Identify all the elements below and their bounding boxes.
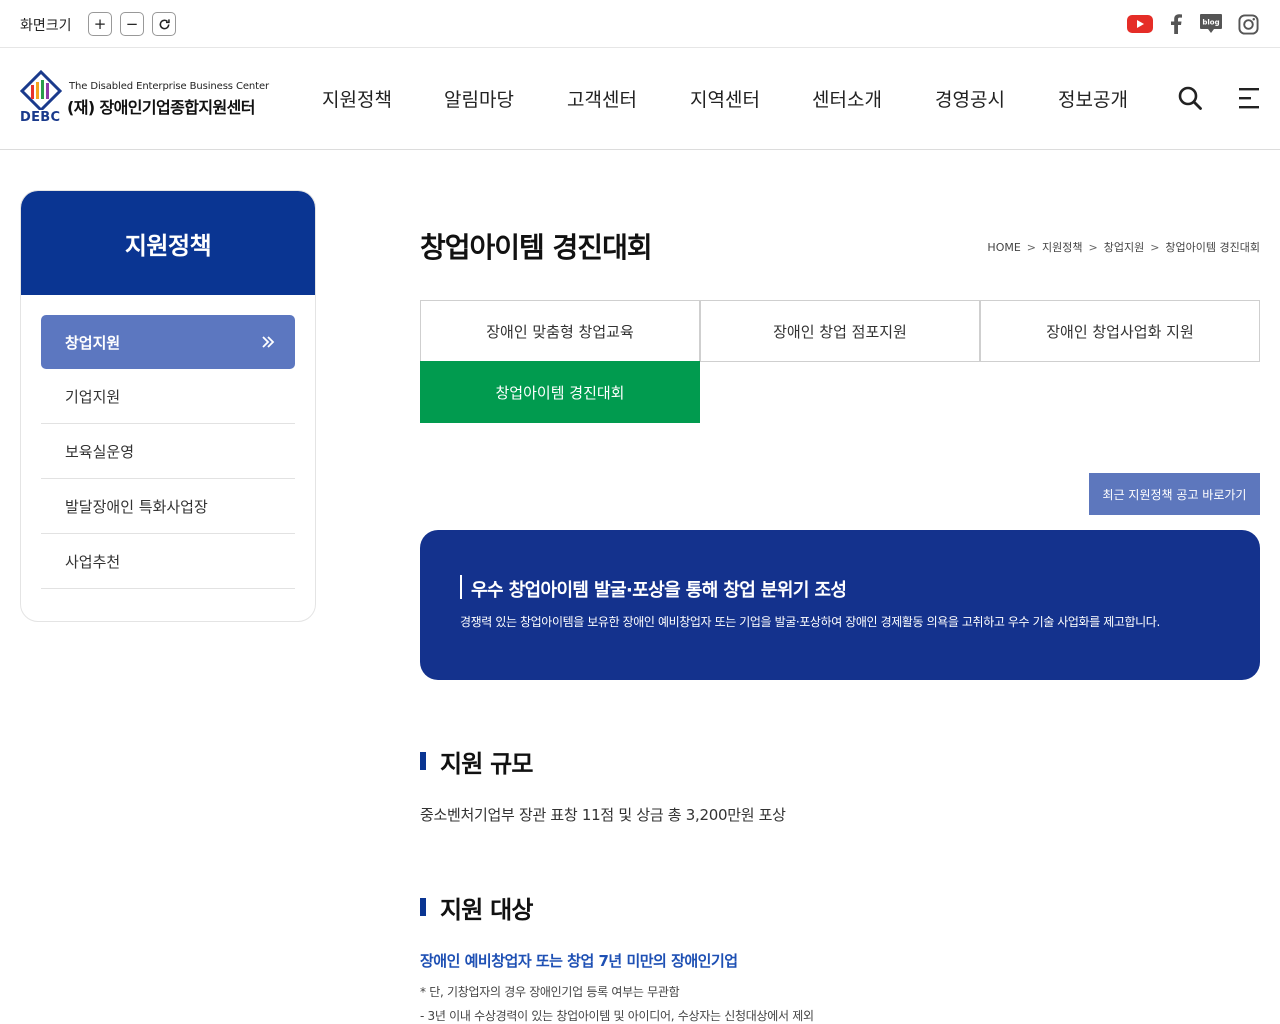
menu-button[interactable]	[1235, 84, 1263, 112]
section-emphasis-target: 장애인 예비창업자 또는 창업 7년 미만의 장애인기업	[420, 952, 738, 970]
zoom-out-button[interactable]: −	[120, 12, 144, 36]
side-item-program-recommendation[interactable]: 사업추천	[41, 534, 295, 589]
youtube-icon	[1127, 15, 1153, 33]
side-item-label: 창업지원	[65, 333, 121, 352]
refresh-icon	[159, 18, 170, 29]
breadcrumb-item[interactable]: 창업지원	[1104, 241, 1144, 254]
side-item-developmental-disability-workplace[interactable]: 발달장애인 특화사업장	[41, 479, 295, 534]
youtube-link[interactable]	[1127, 12, 1153, 36]
gnb-item-customer-center[interactable]: 고객센터	[567, 85, 637, 112]
zoom-reset-button[interactable]	[152, 12, 176, 36]
intro-banner: 우수 창업아이템 발굴·포상을 통해 창업 분위기 조성 경쟁력 있는 창업아이…	[420, 530, 1260, 680]
gnb-item-regional-center[interactable]: 지역센터	[690, 85, 760, 112]
debc-logo-icon	[20, 70, 62, 110]
site-header: The Disabled Enterprise Business Center …	[0, 48, 1280, 150]
facebook-icon	[1171, 14, 1182, 34]
search-icon	[1178, 86, 1202, 110]
double-chevron-right-icon	[262, 336, 275, 348]
breadcrumb-separator: >	[1150, 241, 1160, 254]
side-item-startup-support[interactable]: 창업지원	[41, 315, 295, 369]
svg-text:blog: blog	[1202, 19, 1219, 27]
side-navigation: 지원정책 창업지원 기업지원 보육실운영 발달장애인 특화사업장 사업추천	[20, 190, 316, 622]
section-marker	[420, 898, 426, 916]
section-note: - 3년 이내 수상경력이 있는 창업아이템 및 아이디어, 수상자는 신청대상…	[420, 1009, 814, 1023]
instagram-link[interactable]	[1235, 12, 1261, 36]
breadcrumb-item[interactable]: 지원정책	[1042, 241, 1082, 254]
breadcrumb-separator: >	[1088, 241, 1098, 254]
gnb-item-management-disclosure[interactable]: 경영공시	[935, 85, 1005, 112]
hamburger-menu-icon	[1239, 88, 1259, 109]
blog-icon: blog	[1200, 14, 1222, 33]
banner-title: 우수 창업아이템 발굴·포상을 통해 창업 분위기 조성	[471, 580, 847, 601]
utility-bar: 화면크기 + − blog	[0, 0, 1280, 48]
section-note: * 단, 기창업자의 경우 장애인기업 등록 여부는 무관함	[420, 985, 680, 999]
gnb-item-about[interactable]: 센터소개	[812, 85, 882, 112]
logo-korean-text: (재) 장애인기업종합지원센터	[67, 98, 255, 117]
facebook-link[interactable]	[1163, 12, 1189, 36]
logo-english-text: The Disabled Enterprise Business Center	[69, 81, 270, 92]
search-button[interactable]	[1176, 84, 1204, 112]
recent-policy-notice-button[interactable]: 최근 지원정책 공고 바로가기	[1089, 473, 1260, 515]
breadcrumb-current: 창업아이템 경진대회	[1165, 241, 1260, 254]
page-title: 창업아이템 경진대회	[420, 231, 653, 264]
side-navigation-header: 지원정책	[21, 191, 315, 295]
blog-link[interactable]: blog	[1198, 12, 1224, 36]
section-marker	[420, 752, 426, 770]
instagram-icon	[1237, 13, 1259, 35]
tab-custom-startup-education[interactable]: 장애인 맞춤형 창업교육	[420, 300, 700, 362]
zoom-label: 화면크기	[20, 18, 72, 34]
breadcrumb-home[interactable]: HOME	[987, 241, 1020, 254]
gnb-item-notice[interactable]: 알림마당	[444, 85, 514, 112]
side-item-business-support[interactable]: 기업지원	[41, 369, 295, 424]
gnb-item-info-disclosure[interactable]: 정보공개	[1058, 85, 1128, 112]
banner-description: 경쟁력 있는 창업아이템을 보유한 장애인 예비창업자 또는 기업을 발굴·포상…	[460, 615, 1160, 629]
breadcrumb: HOME > 지원정책 > 창업지원 > 창업아이템 경진대회	[987, 239, 1260, 255]
section-text-scale: 중소벤처기업부 장관 표창 11점 및 상금 총 3,200만원 포상	[420, 806, 786, 824]
side-menu-list: 창업지원 기업지원 보육실운영 발달장애인 특화사업장 사업추천	[41, 315, 295, 589]
banner-accent-bar	[460, 575, 462, 599]
gnb-item-support-policy[interactable]: 지원정책	[322, 85, 392, 112]
side-navigation-title: 지원정책	[124, 231, 212, 260]
logo-abbreviation: DEBC	[20, 110, 61, 125]
zoom-in-button[interactable]: +	[88, 12, 112, 36]
section-title-scale: 지원 규모	[440, 750, 533, 778]
tab-startup-commercialization[interactable]: 장애인 창업사업화 지원	[980, 300, 1260, 362]
tab-startup-item-contest[interactable]: 창업아이템 경진대회	[420, 361, 700, 423]
site-logo[interactable]: The Disabled Enterprise Business Center …	[20, 70, 282, 128]
section-title-target: 지원 대상	[440, 896, 533, 924]
side-item-incubator[interactable]: 보육실운영	[41, 424, 295, 479]
breadcrumb-separator: >	[1026, 241, 1037, 254]
tab-startup-store-support[interactable]: 장애인 창업 점포지원	[700, 300, 980, 362]
